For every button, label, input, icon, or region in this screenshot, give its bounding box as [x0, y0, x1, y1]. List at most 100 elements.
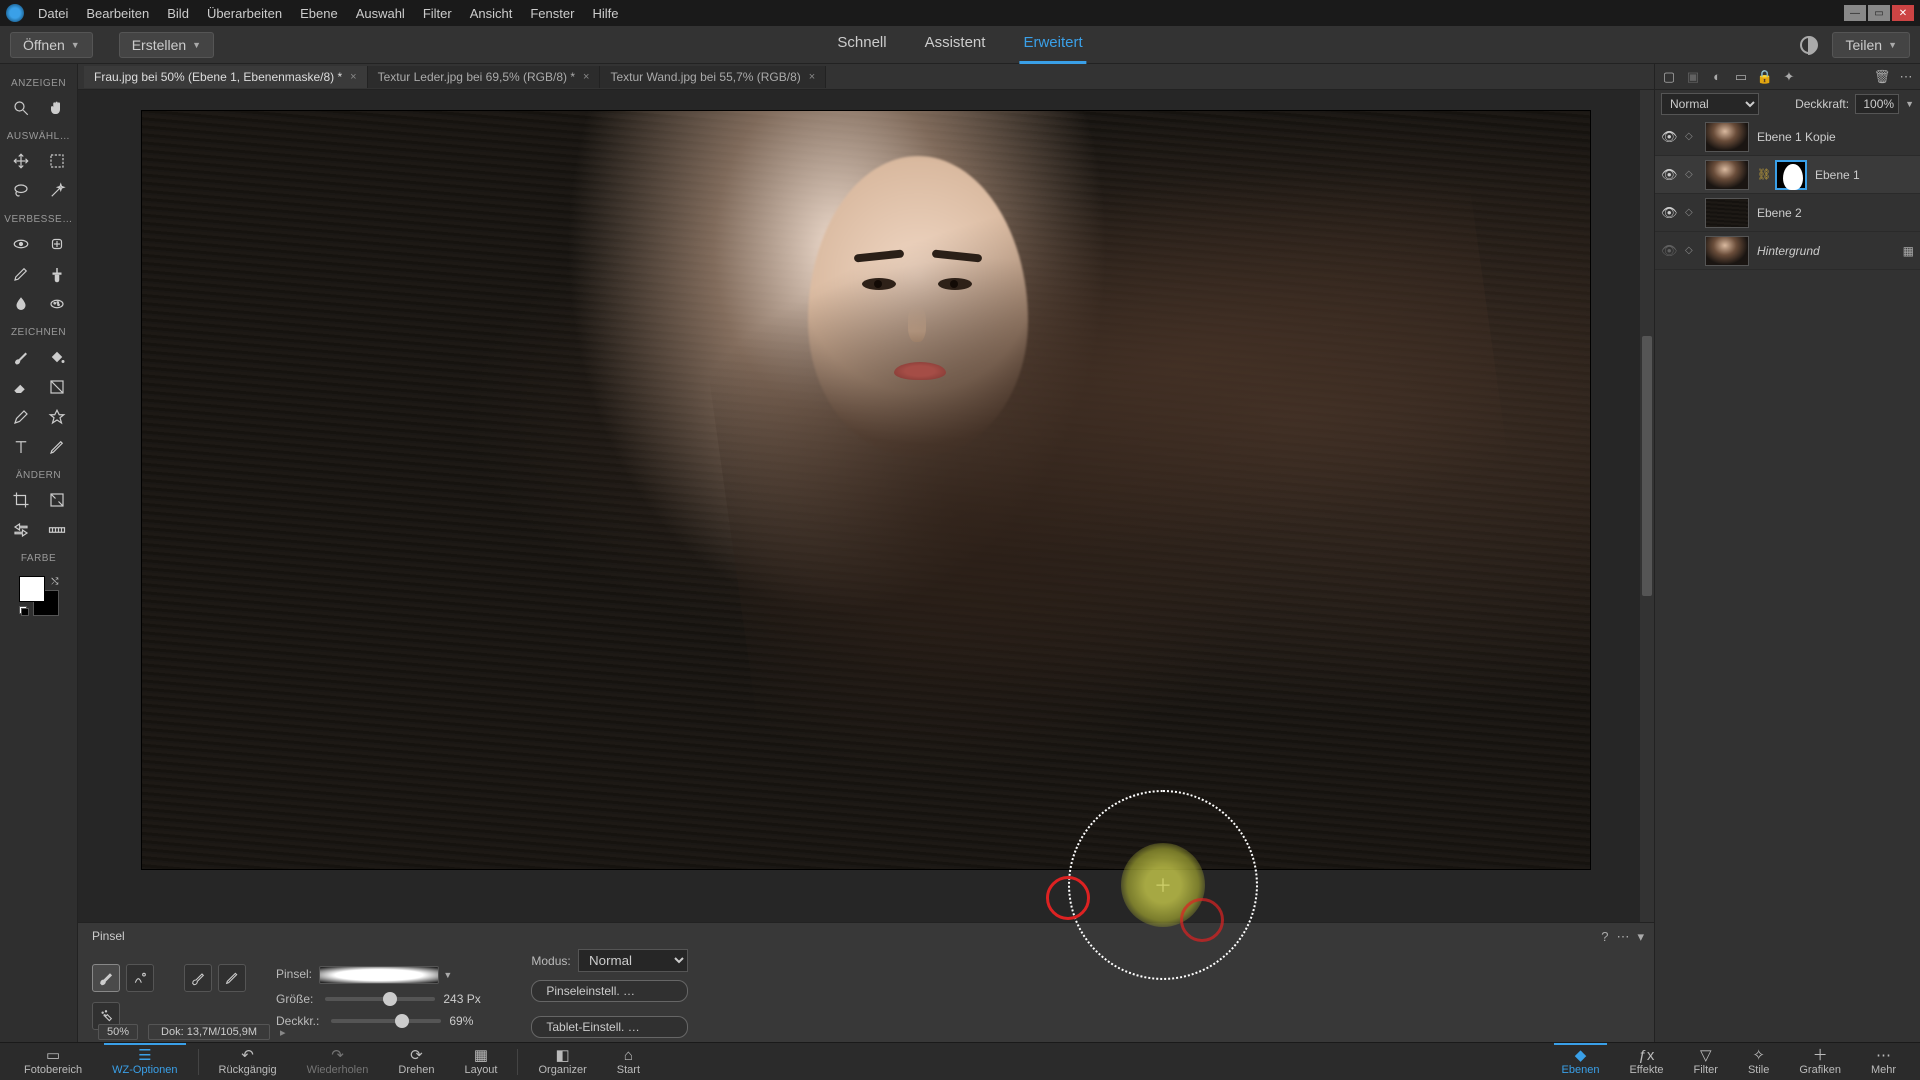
vertical-scrollbar[interactable]	[1640, 90, 1654, 1027]
layer-row[interactable]: 👁 ◇ ⛓ Ebene 1	[1655, 156, 1920, 194]
mode-quick[interactable]: Schnell	[833, 26, 890, 64]
layer-row[interactable]: 👁 ◇ Ebene 1 Kopie	[1655, 118, 1920, 156]
impressionist-brush-button[interactable]	[126, 964, 154, 992]
shape-tool-icon[interactable]	[46, 406, 68, 428]
brush-preset-picker[interactable]	[319, 966, 439, 984]
magic-wand-tool-icon[interactable]	[46, 180, 68, 202]
brush-mode-select[interactable]: Normal	[578, 949, 688, 972]
paint-bucket-tool-icon[interactable]	[46, 346, 68, 368]
lock-layer-icon[interactable]: 🔒	[1757, 69, 1773, 85]
visibility-toggle-icon[interactable]: 👁	[1661, 129, 1677, 145]
close-tab-icon[interactable]: ×	[583, 71, 589, 83]
layer-name[interactable]: Hintergrund	[1757, 244, 1895, 258]
more-tab-button[interactable]: ⋯Mehr	[1857, 1043, 1910, 1080]
zoom-level[interactable]: 50%	[98, 1024, 138, 1040]
link-icon[interactable]: ◇	[1685, 131, 1697, 142]
content-aware-move-tool-icon[interactable]	[10, 519, 32, 541]
mode-guided[interactable]: Assistent	[921, 26, 990, 64]
layer-row[interactable]: 👁 ◇ Hintergrund ▦	[1655, 232, 1920, 270]
color-swatches[interactable]: ⤭	[19, 576, 59, 616]
redo-button[interactable]: ↷Wiederholen	[293, 1043, 383, 1080]
color-replace-brush-button[interactable]	[184, 964, 212, 992]
layer-name[interactable]: Ebene 1	[1815, 168, 1914, 182]
brush-opacity-value[interactable]: 69%	[449, 1014, 501, 1028]
layer-thumbnail[interactable]	[1705, 122, 1749, 152]
organizer-button[interactable]: ◧Organizer	[524, 1043, 600, 1080]
menu-ueberarbeiten[interactable]: Überarbeiten	[207, 6, 282, 21]
lasso-tool-icon[interactable]	[10, 180, 32, 202]
photobin-button[interactable]: ▭Fotobereich	[10, 1043, 96, 1080]
zoom-tool-icon[interactable]	[10, 97, 32, 119]
theme-toggle-icon[interactable]	[1800, 36, 1818, 54]
open-button[interactable]: Öffnen▼	[10, 32, 93, 58]
link-icon[interactable]: ◇	[1685, 207, 1697, 218]
help-icon[interactable]: ?	[1601, 929, 1608, 945]
delete-layer-icon[interactable]: 🗑	[1874, 69, 1890, 85]
blend-mode-select[interactable]: Normal	[1661, 93, 1759, 115]
brush-opacity-slider[interactable]	[331, 1019, 441, 1023]
mode-expert[interactable]: Erweitert	[1019, 26, 1086, 64]
canvas[interactable]	[141, 110, 1591, 870]
maximize-button[interactable]: ▭	[1868, 5, 1890, 21]
home-button[interactable]: ⌂Start	[603, 1043, 654, 1080]
scrollbar-thumb[interactable]	[1642, 336, 1652, 596]
panel-menu-icon[interactable]: ⋯	[1616, 929, 1629, 945]
layer-thumbnail[interactable]	[1705, 198, 1749, 228]
brush-size-slider[interactable]	[325, 997, 435, 1001]
close-button[interactable]: ✕	[1892, 5, 1914, 21]
canvas-viewport[interactable]: ＋ 50% Dok: 13,7M/105,9M ▸	[78, 90, 1654, 1042]
layer-name[interactable]: Ebene 1 Kopie	[1757, 130, 1914, 144]
hand-tool-icon[interactable]	[46, 97, 68, 119]
pencil-variant-button[interactable]	[218, 964, 246, 992]
collapse-panel-icon[interactable]: ▾	[1637, 929, 1644, 945]
straighten-tool-icon[interactable]	[46, 519, 68, 541]
brush-variant-button[interactable]	[92, 964, 120, 992]
layer-mask-thumbnail[interactable]	[1775, 160, 1807, 190]
recompose-tool-icon[interactable]	[46, 489, 68, 511]
text-tool-icon[interactable]	[10, 436, 32, 458]
smart-brush-tool-icon[interactable]	[10, 263, 32, 285]
chevron-down-icon[interactable]: ▼	[443, 970, 452, 980]
eyedropper-tool-icon[interactable]	[10, 406, 32, 428]
default-colors-icon[interactable]	[19, 606, 29, 616]
layer-mask-icon[interactable]: ▭	[1733, 69, 1749, 85]
close-tab-icon[interactable]: ×	[350, 71, 356, 83]
layer-name[interactable]: Ebene 2	[1757, 206, 1914, 220]
menu-datei[interactable]: Datei	[38, 6, 68, 21]
new-layer-icon[interactable]: ▢	[1661, 69, 1677, 85]
filters-tab-button[interactable]: ▽Filter	[1680, 1043, 1732, 1080]
clone-stamp-tool-icon[interactable]	[46, 263, 68, 285]
layer-thumbnail[interactable]	[1705, 236, 1749, 266]
styles-tab-button[interactable]: ✧Stile	[1734, 1043, 1783, 1080]
visibility-toggle-icon[interactable]: 👁	[1661, 243, 1677, 259]
marquee-tool-icon[interactable]	[46, 150, 68, 172]
link-icon[interactable]: ◇	[1685, 169, 1697, 180]
brush-tool-icon[interactable]	[10, 346, 32, 368]
document-tab[interactable]: Frau.jpg bei 50% (Ebene 1, Ebenenmaske/8…	[84, 66, 368, 88]
layer-row[interactable]: 👁 ◇ Ebene 2	[1655, 194, 1920, 232]
menu-bild[interactable]: Bild	[167, 6, 189, 21]
eraser-tool-icon[interactable]	[10, 376, 32, 398]
swap-colors-icon[interactable]: ⤭	[51, 576, 58, 587]
layer-thumbnail[interactable]	[1705, 160, 1749, 190]
menu-filter[interactable]: Filter	[423, 6, 452, 21]
share-button[interactable]: Teilen▼	[1832, 32, 1910, 58]
visibility-toggle-icon[interactable]: 👁	[1661, 205, 1677, 221]
minimize-button[interactable]: —	[1844, 5, 1866, 21]
rotate-button[interactable]: ⟳Drehen	[384, 1043, 448, 1080]
link-icon[interactable]: ◇	[1685, 245, 1697, 256]
menu-bearbeiten[interactable]: Bearbeiten	[86, 6, 149, 21]
visibility-toggle-icon[interactable]: 👁	[1661, 167, 1677, 183]
gradient-tool-icon[interactable]	[46, 376, 68, 398]
tool-options-button[interactable]: ☰WZ-Optionen	[98, 1043, 191, 1080]
undo-button[interactable]: ↶Rückgängig	[205, 1043, 291, 1080]
panel-menu-icon[interactable]: ⋯	[1898, 69, 1914, 85]
blur-tool-icon[interactable]	[10, 293, 32, 315]
layer-opacity-input[interactable]	[1855, 94, 1899, 114]
redeye-tool-icon[interactable]	[10, 233, 32, 255]
menu-ansicht[interactable]: Ansicht	[470, 6, 513, 21]
menu-ebene[interactable]: Ebene	[300, 6, 338, 21]
create-button[interactable]: Erstellen▼	[119, 32, 214, 58]
document-tab[interactable]: Textur Leder.jpg bei 69,5% (RGB/8) *×	[368, 66, 601, 88]
document-tab[interactable]: Textur Wand.jpg bei 55,7% (RGB/8)×	[600, 66, 826, 88]
